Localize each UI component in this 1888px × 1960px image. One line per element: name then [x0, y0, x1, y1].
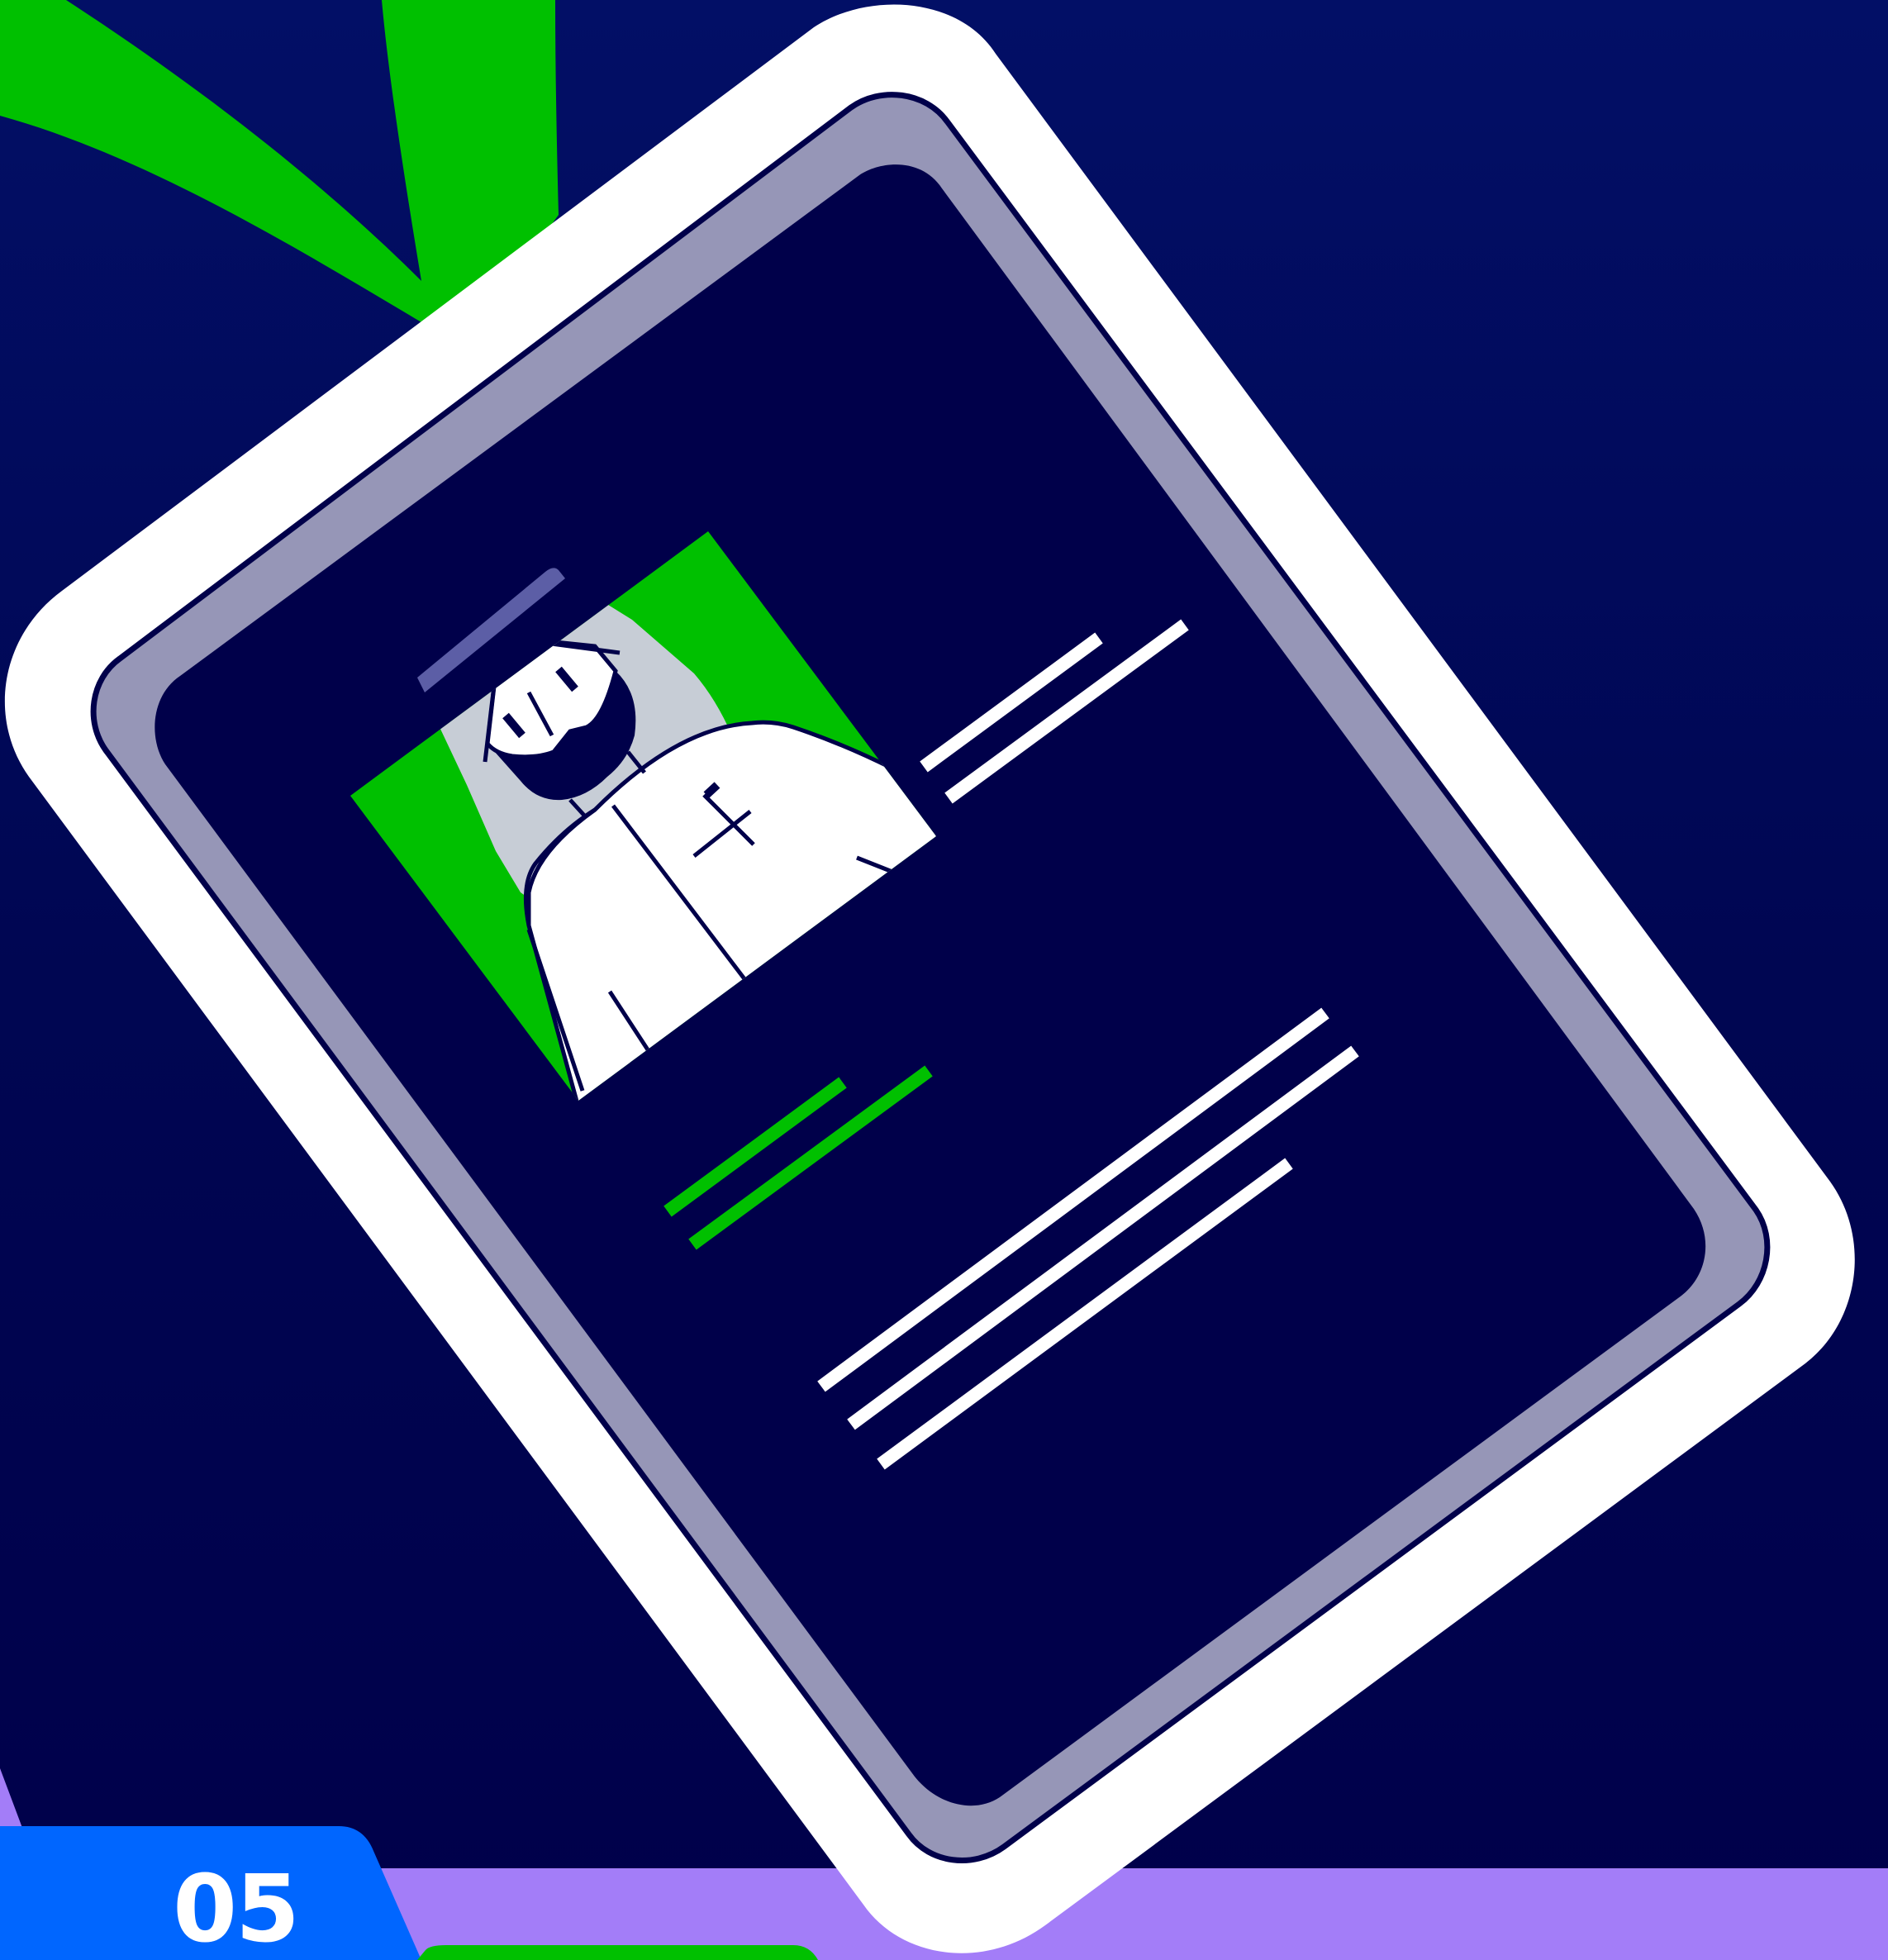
- green-pill: [417, 1945, 818, 1960]
- step-number: 05: [173, 1856, 300, 1960]
- illustration-canvas: [0, 0, 1888, 1960]
- illustration-scene: 05: [0, 0, 1888, 1960]
